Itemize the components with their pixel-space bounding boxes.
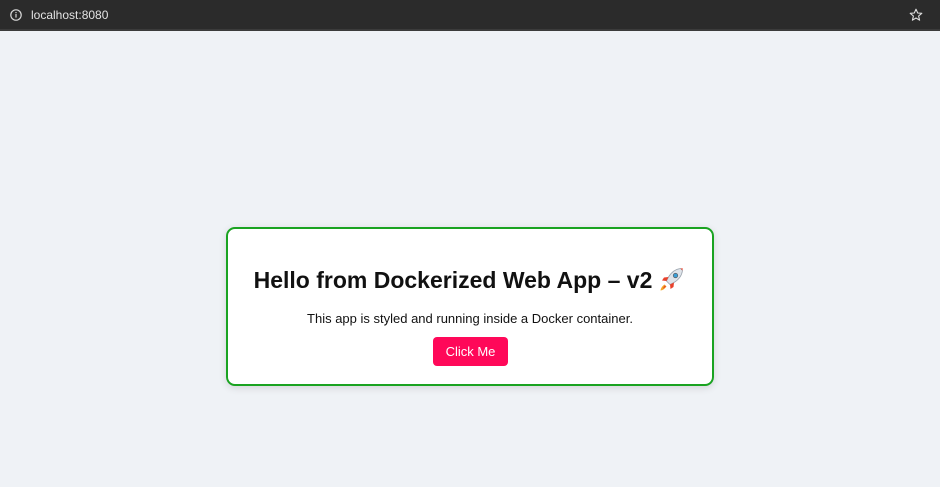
card-description: This app is styled and running inside a … [307,311,633,326]
url-field[interactable]: localhost:8080 [31,8,108,22]
page-viewport: Hello from Dockerized Web App – v2 This … [0,33,940,487]
page-title-text: Hello from Dockerized Web App – v2 [253,267,653,293]
browser-address-bar: localhost:8080 [0,0,940,31]
click-me-button[interactable]: Click Me [433,337,508,366]
welcome-card: Hello from Dockerized Web App – v2 This … [226,227,714,386]
page-title: Hello from Dockerized Web App – v2 [228,265,712,295]
info-icon[interactable] [10,8,22,21]
rocket-icon [658,265,686,293]
star-icon[interactable] [909,8,923,22]
